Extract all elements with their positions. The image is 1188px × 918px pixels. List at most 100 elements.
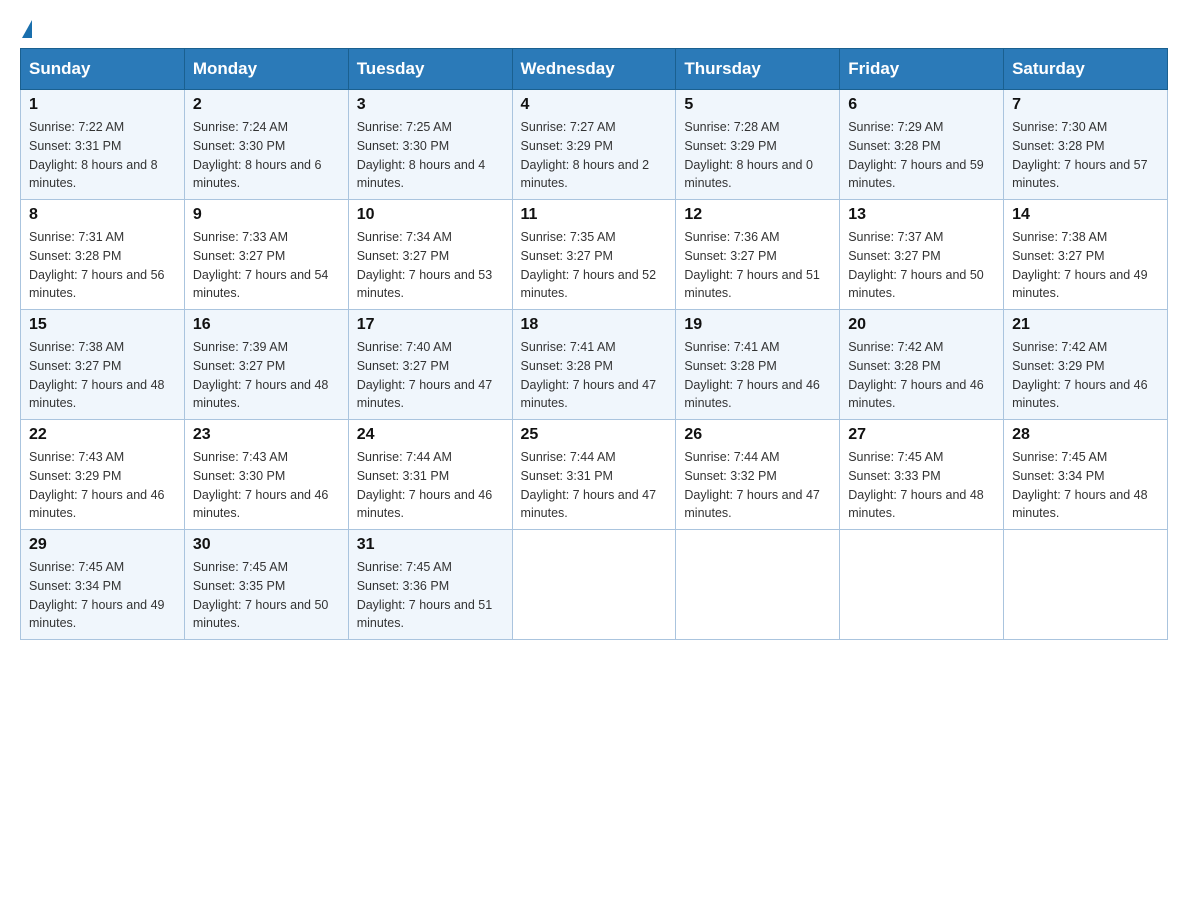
calendar-day-header: Saturday bbox=[1004, 49, 1168, 90]
day-number: 30 bbox=[193, 536, 340, 554]
calendar-day-header: Wednesday bbox=[512, 49, 676, 90]
day-info: Sunrise: 7:31 AMSunset: 3:28 PMDaylight:… bbox=[29, 230, 165, 300]
calendar-day-cell: 13 Sunrise: 7:37 AMSunset: 3:27 PMDaylig… bbox=[840, 200, 1004, 310]
day-number: 27 bbox=[848, 426, 995, 444]
day-info: Sunrise: 7:22 AMSunset: 3:31 PMDaylight:… bbox=[29, 120, 158, 190]
day-number: 7 bbox=[1012, 96, 1159, 114]
day-number: 13 bbox=[848, 206, 995, 224]
calendar-day-cell: 28 Sunrise: 7:45 AMSunset: 3:34 PMDaylig… bbox=[1004, 420, 1168, 530]
day-number: 29 bbox=[29, 536, 176, 554]
day-number: 2 bbox=[193, 96, 340, 114]
day-info: Sunrise: 7:45 AMSunset: 3:34 PMDaylight:… bbox=[1012, 450, 1148, 520]
day-info: Sunrise: 7:35 AMSunset: 3:27 PMDaylight:… bbox=[521, 230, 657, 300]
day-info: Sunrise: 7:44 AMSunset: 3:31 PMDaylight:… bbox=[357, 450, 493, 520]
calendar-day-cell: 5 Sunrise: 7:28 AMSunset: 3:29 PMDayligh… bbox=[676, 90, 840, 200]
calendar-day-cell: 23 Sunrise: 7:43 AMSunset: 3:30 PMDaylig… bbox=[184, 420, 348, 530]
calendar-week-row: 22 Sunrise: 7:43 AMSunset: 3:29 PMDaylig… bbox=[21, 420, 1168, 530]
calendar-day-cell: 14 Sunrise: 7:38 AMSunset: 3:27 PMDaylig… bbox=[1004, 200, 1168, 310]
calendar-day-cell: 27 Sunrise: 7:45 AMSunset: 3:33 PMDaylig… bbox=[840, 420, 1004, 530]
calendar-header-row: SundayMondayTuesdayWednesdayThursdayFrid… bbox=[21, 49, 1168, 90]
calendar-day-header: Sunday bbox=[21, 49, 185, 90]
calendar-day-cell: 25 Sunrise: 7:44 AMSunset: 3:31 PMDaylig… bbox=[512, 420, 676, 530]
day-number: 24 bbox=[357, 426, 504, 444]
day-info: Sunrise: 7:44 AMSunset: 3:31 PMDaylight:… bbox=[521, 450, 657, 520]
calendar-day-cell: 21 Sunrise: 7:42 AMSunset: 3:29 PMDaylig… bbox=[1004, 310, 1168, 420]
day-number: 17 bbox=[357, 316, 504, 334]
day-info: Sunrise: 7:25 AMSunset: 3:30 PMDaylight:… bbox=[357, 120, 486, 190]
day-info: Sunrise: 7:28 AMSunset: 3:29 PMDaylight:… bbox=[684, 120, 813, 190]
calendar-day-cell: 2 Sunrise: 7:24 AMSunset: 3:30 PMDayligh… bbox=[184, 90, 348, 200]
calendar-day-cell: 9 Sunrise: 7:33 AMSunset: 3:27 PMDayligh… bbox=[184, 200, 348, 310]
calendar-table: SundayMondayTuesdayWednesdayThursdayFrid… bbox=[20, 48, 1168, 640]
day-number: 4 bbox=[521, 96, 668, 114]
day-number: 8 bbox=[29, 206, 176, 224]
day-number: 28 bbox=[1012, 426, 1159, 444]
day-info: Sunrise: 7:45 AMSunset: 3:34 PMDaylight:… bbox=[29, 560, 165, 630]
day-info: Sunrise: 7:38 AMSunset: 3:27 PMDaylight:… bbox=[1012, 230, 1148, 300]
day-number: 12 bbox=[684, 206, 831, 224]
day-info: Sunrise: 7:43 AMSunset: 3:29 PMDaylight:… bbox=[29, 450, 165, 520]
calendar-day-cell: 7 Sunrise: 7:30 AMSunset: 3:28 PMDayligh… bbox=[1004, 90, 1168, 200]
day-number: 16 bbox=[193, 316, 340, 334]
calendar-day-cell: 19 Sunrise: 7:41 AMSunset: 3:28 PMDaylig… bbox=[676, 310, 840, 420]
day-info: Sunrise: 7:41 AMSunset: 3:28 PMDaylight:… bbox=[684, 340, 820, 410]
day-number: 10 bbox=[357, 206, 504, 224]
day-number: 1 bbox=[29, 96, 176, 114]
day-info: Sunrise: 7:29 AMSunset: 3:28 PMDaylight:… bbox=[848, 120, 984, 190]
day-info: Sunrise: 7:34 AMSunset: 3:27 PMDaylight:… bbox=[357, 230, 493, 300]
calendar-day-cell bbox=[840, 530, 1004, 640]
day-info: Sunrise: 7:45 AMSunset: 3:36 PMDaylight:… bbox=[357, 560, 493, 630]
day-info: Sunrise: 7:30 AMSunset: 3:28 PMDaylight:… bbox=[1012, 120, 1148, 190]
calendar-day-cell: 29 Sunrise: 7:45 AMSunset: 3:34 PMDaylig… bbox=[21, 530, 185, 640]
calendar-day-header: Thursday bbox=[676, 49, 840, 90]
calendar-day-header: Friday bbox=[840, 49, 1004, 90]
day-info: Sunrise: 7:38 AMSunset: 3:27 PMDaylight:… bbox=[29, 340, 165, 410]
day-info: Sunrise: 7:42 AMSunset: 3:28 PMDaylight:… bbox=[848, 340, 984, 410]
day-info: Sunrise: 7:45 AMSunset: 3:35 PMDaylight:… bbox=[193, 560, 329, 630]
day-info: Sunrise: 7:45 AMSunset: 3:33 PMDaylight:… bbox=[848, 450, 984, 520]
calendar-day-cell: 4 Sunrise: 7:27 AMSunset: 3:29 PMDayligh… bbox=[512, 90, 676, 200]
calendar-week-row: 15 Sunrise: 7:38 AMSunset: 3:27 PMDaylig… bbox=[21, 310, 1168, 420]
calendar-day-cell: 22 Sunrise: 7:43 AMSunset: 3:29 PMDaylig… bbox=[21, 420, 185, 530]
calendar-day-cell: 18 Sunrise: 7:41 AMSunset: 3:28 PMDaylig… bbox=[512, 310, 676, 420]
day-number: 6 bbox=[848, 96, 995, 114]
day-number: 22 bbox=[29, 426, 176, 444]
calendar-day-cell: 24 Sunrise: 7:44 AMSunset: 3:31 PMDaylig… bbox=[348, 420, 512, 530]
day-number: 18 bbox=[521, 316, 668, 334]
day-info: Sunrise: 7:36 AMSunset: 3:27 PMDaylight:… bbox=[684, 230, 820, 300]
calendar-day-cell: 11 Sunrise: 7:35 AMSunset: 3:27 PMDaylig… bbox=[512, 200, 676, 310]
calendar-day-cell bbox=[676, 530, 840, 640]
day-info: Sunrise: 7:44 AMSunset: 3:32 PMDaylight:… bbox=[684, 450, 820, 520]
day-info: Sunrise: 7:43 AMSunset: 3:30 PMDaylight:… bbox=[193, 450, 329, 520]
calendar-day-cell: 30 Sunrise: 7:45 AMSunset: 3:35 PMDaylig… bbox=[184, 530, 348, 640]
day-number: 5 bbox=[684, 96, 831, 114]
day-number: 20 bbox=[848, 316, 995, 334]
calendar-day-cell: 31 Sunrise: 7:45 AMSunset: 3:36 PMDaylig… bbox=[348, 530, 512, 640]
calendar-day-header: Tuesday bbox=[348, 49, 512, 90]
day-number: 14 bbox=[1012, 206, 1159, 224]
day-number: 19 bbox=[684, 316, 831, 334]
calendar-day-cell: 8 Sunrise: 7:31 AMSunset: 3:28 PMDayligh… bbox=[21, 200, 185, 310]
calendar-day-cell bbox=[1004, 530, 1168, 640]
calendar-day-cell: 17 Sunrise: 7:40 AMSunset: 3:27 PMDaylig… bbox=[348, 310, 512, 420]
day-info: Sunrise: 7:42 AMSunset: 3:29 PMDaylight:… bbox=[1012, 340, 1148, 410]
calendar-day-header: Monday bbox=[184, 49, 348, 90]
calendar-week-row: 1 Sunrise: 7:22 AMSunset: 3:31 PMDayligh… bbox=[21, 90, 1168, 200]
calendar-day-cell: 3 Sunrise: 7:25 AMSunset: 3:30 PMDayligh… bbox=[348, 90, 512, 200]
logo bbox=[20, 20, 32, 38]
calendar-day-cell: 16 Sunrise: 7:39 AMSunset: 3:27 PMDaylig… bbox=[184, 310, 348, 420]
calendar-week-row: 29 Sunrise: 7:45 AMSunset: 3:34 PMDaylig… bbox=[21, 530, 1168, 640]
calendar-day-cell bbox=[512, 530, 676, 640]
calendar-week-row: 8 Sunrise: 7:31 AMSunset: 3:28 PMDayligh… bbox=[21, 200, 1168, 310]
calendar-day-cell: 12 Sunrise: 7:36 AMSunset: 3:27 PMDaylig… bbox=[676, 200, 840, 310]
day-number: 26 bbox=[684, 426, 831, 444]
calendar-day-cell: 20 Sunrise: 7:42 AMSunset: 3:28 PMDaylig… bbox=[840, 310, 1004, 420]
day-number: 11 bbox=[521, 206, 668, 224]
day-info: Sunrise: 7:37 AMSunset: 3:27 PMDaylight:… bbox=[848, 230, 984, 300]
day-number: 9 bbox=[193, 206, 340, 224]
page-header bbox=[20, 20, 1168, 38]
day-number: 23 bbox=[193, 426, 340, 444]
day-info: Sunrise: 7:39 AMSunset: 3:27 PMDaylight:… bbox=[193, 340, 329, 410]
logo-triangle-icon bbox=[22, 20, 32, 38]
day-number: 21 bbox=[1012, 316, 1159, 334]
